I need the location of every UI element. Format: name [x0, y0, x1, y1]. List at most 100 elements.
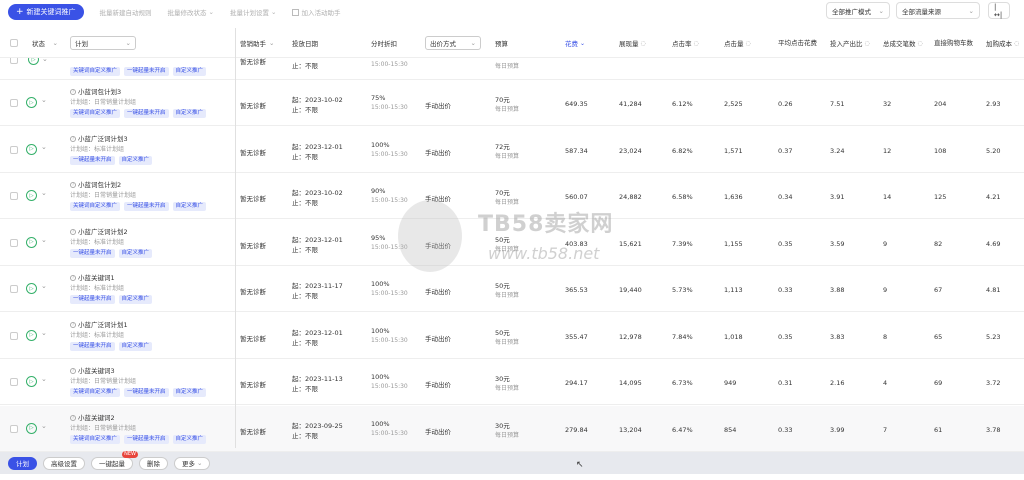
bid-method-value[interactable]: 手动出价 — [425, 426, 451, 436]
play-status-icon[interactable]: ▷ — [26, 283, 37, 294]
budget-value[interactable]: 72元 — [495, 141, 510, 151]
discount-value[interactable]: 75% — [371, 94, 385, 102]
chevron-down-icon[interactable]: ⌄ — [41, 236, 47, 244]
row-checkbox[interactable] — [10, 424, 18, 433]
assistant-value[interactable]: 暂无诊断 — [240, 286, 266, 296]
plan-name[interactable]: ? 小蓝词包计划2 — [70, 179, 121, 189]
bid-method-value[interactable]: 手动出价 — [425, 193, 451, 203]
delete-button[interactable]: 删除 — [139, 456, 168, 470]
budget-value[interactable]: 50元 — [495, 327, 510, 337]
assistant-value[interactable]: 暂无诊断 — [240, 58, 266, 66]
column-width-button[interactable]: |↔| — [988, 2, 1010, 19]
budget-value[interactable]: 50元 — [495, 280, 510, 290]
discount-value[interactable]: 100% — [371, 420, 390, 428]
play-status-icon[interactable]: ▷ — [26, 236, 37, 248]
one-click-boost-button[interactable]: 一键起量 NEW — [91, 450, 138, 470]
row-checkbox[interactable] — [10, 378, 18, 386]
discount-value[interactable]: 100% — [371, 327, 390, 335]
bid-method-filter[interactable]: 出价方式 ⌄ — [425, 28, 483, 58]
chevron-down-icon[interactable]: ⌄ — [41, 329, 47, 337]
promo-mode-select[interactable]: 全部推广模式 ⌄ — [826, 2, 890, 19]
bid-method-value[interactable]: 手动出价 — [425, 100, 451, 110]
ctr-header[interactable]: 点击率 ◌ — [672, 28, 699, 58]
budget-value[interactable]: 30元 — [495, 373, 510, 383]
bid-method-value[interactable]: 手动出价 — [425, 379, 451, 389]
assistant-value[interactable]: 暂无诊断 — [240, 100, 266, 110]
plan-name[interactable]: ? 小蓝广泛词计划2 — [70, 226, 128, 236]
row-checkbox[interactable] — [10, 99, 18, 107]
row-checkbox[interactable] — [10, 145, 18, 154]
play-status-icon[interactable]: ▷ — [26, 97, 37, 108]
table-row: ▷ ⌄? 小蓝广泛词计划1 计划组：标准计划组 一键起量未开启 自定义推广 暂无诊断 起：20… — [0, 313, 1024, 359]
chevron-down-icon[interactable]: ⌄ — [42, 58, 48, 63]
assistant-value[interactable]: 暂无诊断 — [240, 426, 266, 436]
chevron-down-icon[interactable]: ⌄ — [41, 143, 47, 151]
more-button[interactable]: 更多 ⌄ — [174, 456, 211, 470]
row-checkbox[interactable] — [10, 285, 18, 293]
play-status-icon[interactable]: ▷ — [26, 422, 37, 434]
row-checkbox[interactable] — [10, 238, 18, 247]
play-status-icon[interactable]: ▷ — [26, 143, 37, 155]
chevron-down-icon[interactable]: ⌄ — [41, 375, 47, 383]
clicks-header[interactable]: 点击量 ◌ — [724, 28, 751, 58]
plan-name-label: 小蓝广泛词计划1 — [78, 320, 128, 329]
budget-value[interactable]: 70元 — [495, 94, 510, 104]
assistant-value[interactable]: 暂无诊断 — [240, 193, 266, 203]
assistant-filter[interactable]: 营销助手 ⌄ — [240, 28, 286, 58]
discount-value[interactable]: 100% — [371, 373, 390, 381]
assistant-value[interactable]: 暂无诊断 — [240, 240, 266, 250]
plan-button[interactable]: 计划 — [8, 456, 37, 470]
spend-value: 355.47 — [565, 332, 588, 341]
play-status-icon[interactable]: ▷ — [26, 376, 37, 387]
discount-value[interactable]: 95% — [371, 234, 385, 242]
budget-value[interactable]: 70元 — [495, 187, 510, 197]
assistant-value[interactable]: 暂无诊断 — [240, 333, 266, 343]
batch-auto-rule-link[interactable]: 批量新建自动规则 — [100, 7, 152, 17]
budget-header: 预算 — [495, 40, 508, 48]
traffic-source-select[interactable]: 全部流量来源 ⌄ — [896, 2, 980, 19]
discount-value[interactable]: 100% — [371, 280, 390, 288]
row-checkbox[interactable] — [10, 58, 18, 64]
cart-cost-header[interactable]: 加购成本 ◌ — [986, 28, 1019, 58]
budget-value[interactable]: 30元 — [495, 420, 510, 430]
plan-name[interactable]: ? 小蓝关键词1 — [70, 272, 115, 282]
discount-value[interactable]: 90% — [371, 187, 385, 195]
advanced-settings-button[interactable]: 高级设置 — [43, 456, 85, 470]
play-status-icon[interactable]: ▷ — [26, 190, 37, 201]
total-deals-header[interactable]: 总成交笔数 ◌ — [883, 28, 923, 58]
spend-header[interactable]: 花费 ⌄ — [565, 28, 585, 58]
assistant-value[interactable]: 暂无诊断 — [240, 147, 266, 157]
plan-name[interactable]: ? 小蓝广泛词计划1 — [70, 319, 128, 329]
batch-plan-settings-link[interactable]: 批量计划设置 ⌄ — [230, 7, 276, 17]
batch-status-link[interactable]: 批量修改状态 ⌄ — [168, 7, 214, 17]
row-checkbox[interactable] — [10, 331, 18, 340]
plan-name[interactable]: ? 小蓝词包计划3 — [70, 86, 121, 96]
budget-value[interactable]: 50元 — [495, 234, 510, 244]
bid-method-value[interactable]: 手动出价 — [425, 333, 451, 343]
bid-method-value[interactable]: 手动出价 — [425, 286, 451, 296]
chevron-down-icon[interactable]: ⌄ — [41, 96, 47, 104]
chevron-down-icon[interactable]: ⌄ — [41, 189, 47, 197]
impressions-header[interactable]: 展现量 ◌ — [619, 28, 646, 58]
play-status-icon[interactable]: ▷ — [26, 329, 37, 341]
bid-method-value[interactable]: 手动出价 — [425, 147, 451, 157]
direct-cart-header[interactable]: 直接购物车数 — [934, 28, 974, 58]
plan-name[interactable]: ? 小蓝广泛词计划3 — [70, 133, 128, 143]
avg-cpc-header[interactable]: 平均点击花费 — [778, 28, 824, 58]
cpc-value: 0.37 — [778, 146, 793, 155]
assistant-value[interactable]: 暂无诊断 — [240, 379, 266, 389]
plan-filter[interactable]: 计划 ⌄ — [70, 28, 138, 58]
discount-value[interactable]: 100% — [371, 141, 390, 149]
play-status-icon[interactable]: ▷ — [28, 58, 39, 65]
select-all-checkbox[interactable] — [10, 39, 18, 47]
plan-name[interactable]: ? 小蓝关键词3 — [70, 365, 115, 375]
join-activity-link[interactable]: 加入活动助手 — [292, 7, 340, 17]
status-filter[interactable]: 状态 ⌄ — [28, 28, 66, 58]
new-keyword-promotion-button[interactable]: + 新建关键词推广 — [8, 4, 84, 20]
roi-header[interactable]: 投入产出比 ◌ — [830, 28, 870, 58]
row-checkbox[interactable] — [10, 192, 18, 200]
bid-method-value[interactable]: 手动出价 — [425, 240, 451, 250]
plan-name[interactable]: ? 小蓝关键词2 — [70, 412, 115, 422]
chevron-down-icon[interactable]: ⌄ — [41, 422, 47, 430]
chevron-down-icon[interactable]: ⌄ — [41, 282, 47, 290]
